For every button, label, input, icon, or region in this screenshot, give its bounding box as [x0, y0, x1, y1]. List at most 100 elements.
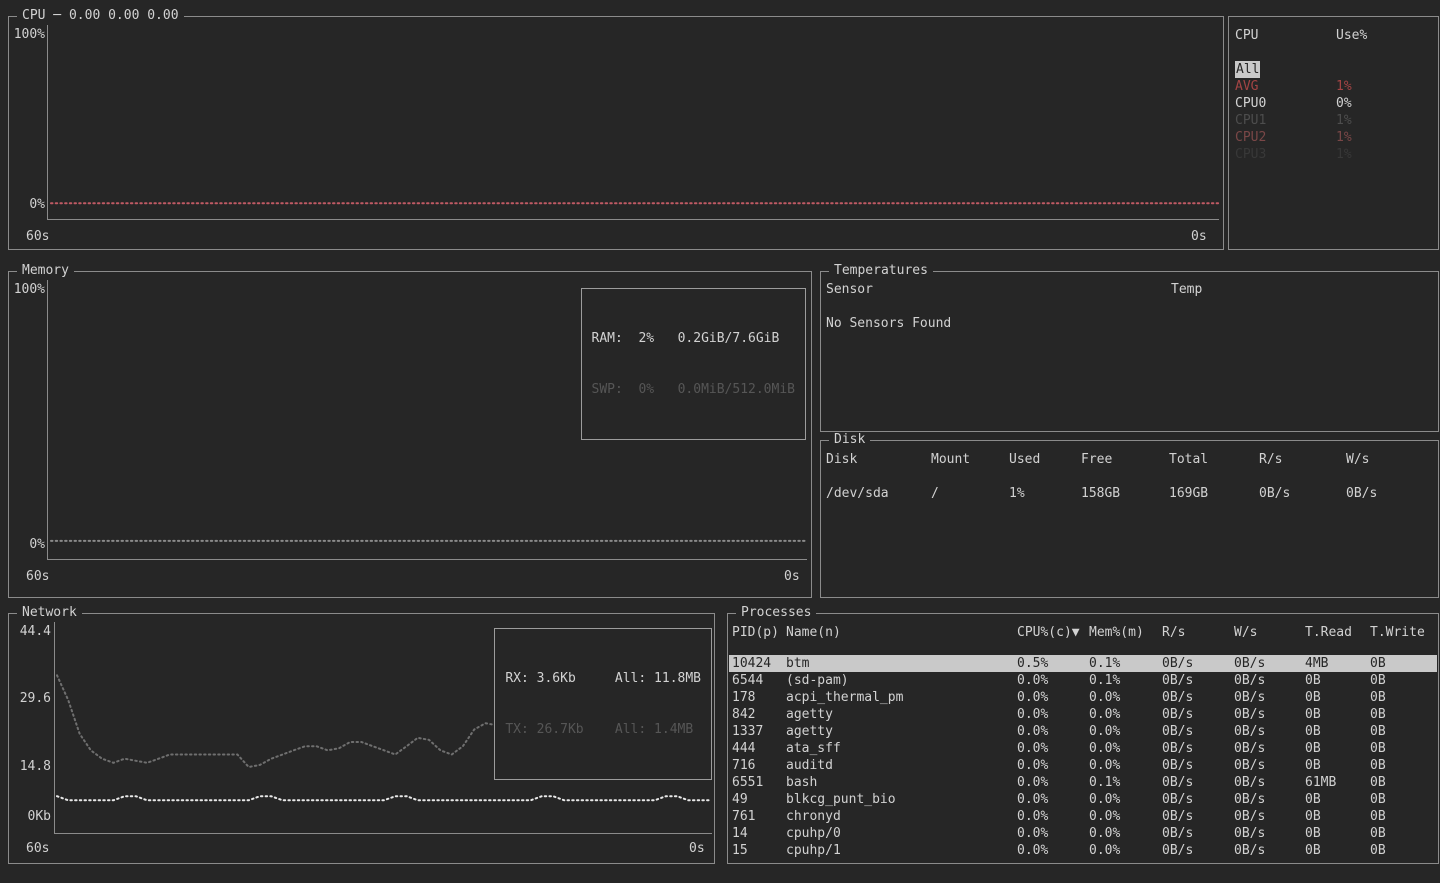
disk-cell-free: 158GB: [1081, 485, 1120, 502]
process-mem: 0.1%: [1089, 672, 1120, 689]
process-mem: 0.0%: [1089, 808, 1120, 825]
network-x-axis-line: [54, 833, 712, 834]
process-name: btm: [786, 655, 809, 672]
disk-panel[interactable]: Disk Disk Mount Used Free Total R/s W/s …: [820, 440, 1439, 598]
process-cpu: 0.0%: [1017, 740, 1048, 757]
process-row[interactable]: 842 agetty 0.0% 0.0% 0B/s 0B/s 0B 0B: [729, 706, 1437, 723]
process-row[interactable]: 15 cpuhp/1 0.0% 0.0% 0B/s 0B/s 0B 0B: [729, 842, 1437, 859]
process-name: auditd: [786, 757, 833, 774]
network-y-label-14: 14.8: [9, 760, 51, 774]
process-ws: 0B/s: [1234, 842, 1265, 859]
process-tread: 0B: [1305, 808, 1321, 825]
temperatures-col-sensor[interactable]: Sensor: [826, 283, 873, 297]
network-x-left-label: 60s: [26, 842, 49, 856]
cpu-legend-label: CPU3: [1235, 146, 1266, 163]
disk-col-disk[interactable]: Disk: [826, 451, 857, 468]
process-cpu: 0.0%: [1017, 791, 1048, 808]
cpu-legend-row-all[interactable]: All: [1235, 61, 1434, 78]
processes-col-rs[interactable]: R/s: [1162, 624, 1185, 641]
network-y-label-44: 44.4: [9, 625, 51, 639]
cpu-chart: [51, 34, 1219, 205]
process-row[interactable]: 444 ata_sff 0.0% 0.0% 0B/s 0B/s 0B 0B: [729, 740, 1437, 757]
processes-col-ws[interactable]: W/s: [1234, 624, 1257, 641]
process-tread: 0B: [1305, 740, 1321, 757]
process-rs: 0B/s: [1162, 774, 1193, 791]
memory-panel[interactable]: Memory 100% 0% RAM: 2% 0.2GiB/7.6GiB SWP…: [8, 271, 812, 598]
process-ws: 0B/s: [1234, 757, 1265, 774]
disk-col-used[interactable]: Used: [1009, 451, 1040, 468]
network-panel[interactable]: Network 44.4 29.6 14.8 0Kb RX: 3.6Kb All…: [8, 613, 715, 864]
process-row[interactable]: 761 chronyd 0.0% 0.0% 0B/s 0B/s 0B 0B: [729, 808, 1437, 825]
process-twrite: 0B: [1370, 825, 1386, 842]
process-pid: 716: [732, 757, 755, 774]
process-cpu: 0.0%: [1017, 706, 1048, 723]
disk-col-mount[interactable]: Mount: [931, 451, 970, 468]
process-rs: 0B/s: [1162, 672, 1193, 689]
process-ws: 0B/s: [1234, 808, 1265, 825]
cpu-legend-value: 1%: [1336, 129, 1352, 146]
process-pid: 49: [732, 791, 748, 808]
cpu-legend-row-avg[interactable]: AVG 1%: [1235, 78, 1434, 95]
disk-col-free[interactable]: Free: [1081, 451, 1112, 468]
process-pid: 842: [732, 706, 755, 723]
memory-x-right-label: 0s: [784, 570, 800, 584]
process-mem: 0.0%: [1089, 791, 1120, 808]
process-ws: 0B/s: [1234, 740, 1265, 757]
process-tread: 0B: [1305, 825, 1321, 842]
processes-panel[interactable]: Processes PID(p) Name(n) CPU%(c)▼ Mem%(m…: [727, 613, 1439, 864]
disk-col-total[interactable]: Total: [1169, 451, 1208, 468]
disk-col-rs[interactable]: R/s: [1259, 451, 1282, 468]
process-row[interactable]: 178 acpi_thermal_pm 0.0% 0.0% 0B/s 0B/s …: [729, 689, 1437, 706]
process-mem: 0.0%: [1089, 757, 1120, 774]
process-cpu: 0.0%: [1017, 825, 1048, 842]
disk-cell-rs: 0B/s: [1259, 485, 1290, 502]
processes-panel-title: Processes: [736, 605, 816, 621]
cpu-y-axis-line: [47, 25, 48, 219]
process-cpu: 0.0%: [1017, 689, 1048, 706]
process-cpu: 0.0%: [1017, 757, 1048, 774]
process-twrite: 0B: [1370, 808, 1386, 825]
process-row[interactable]: 14 cpuhp/0 0.0% 0.0% 0B/s 0B/s 0B 0B: [729, 825, 1437, 842]
processes-col-twrite[interactable]: T.Write: [1370, 624, 1425, 641]
process-cpu: 0.5%: [1017, 655, 1048, 672]
disk-col-ws[interactable]: W/s: [1346, 451, 1369, 468]
disk-cell-mount: /: [931, 485, 939, 502]
process-rs: 0B/s: [1162, 706, 1193, 723]
temperatures-col-temp[interactable]: Temp: [1171, 283, 1202, 297]
network-x-right-label: 0s: [689, 842, 705, 856]
process-row[interactable]: 6551 bash 0.0% 0.1% 0B/s 0B/s 61MB 0B: [729, 774, 1437, 791]
cpu-legend-row-cpu3[interactable]: CPU3 1%: [1235, 146, 1434, 163]
processes-col-cpu[interactable]: CPU%(c)▼: [1017, 624, 1080, 641]
process-ws: 0B/s: [1234, 774, 1265, 791]
cpu-legend-panel[interactable]: CPU Use% All AVG 1% CPU0 0% CPU1 1% CPU2…: [1228, 16, 1439, 250]
cpu-legend-row-cpu1[interactable]: CPU1 1%: [1235, 112, 1434, 129]
process-pid: 178: [732, 689, 755, 706]
process-row[interactable]: 10424 btm 0.5% 0.1% 0B/s 0B/s 4MB 0B: [729, 655, 1437, 672]
network-legend-rx: RX: 3.6Kb All: 11.8MB: [505, 670, 701, 687]
cpu-legend-label: All: [1235, 61, 1260, 78]
processes-col-mem[interactable]: Mem%(m): [1089, 624, 1144, 641]
process-row[interactable]: 49 blkcg_punt_bio 0.0% 0.0% 0B/s 0B/s 0B…: [729, 791, 1437, 808]
process-name: acpi_thermal_pm: [786, 689, 903, 706]
processes-col-pid[interactable]: PID(p): [732, 624, 779, 641]
cpu-legend-row-cpu0[interactable]: CPU0 0%: [1235, 95, 1434, 112]
process-pid: 15: [732, 842, 748, 859]
cpu-legend-col-use: Use%: [1336, 27, 1367, 44]
process-name: blkcg_punt_bio: [786, 791, 896, 808]
temperatures-panel[interactable]: Temperatures Sensor Temp No Sensors Foun…: [820, 271, 1439, 432]
network-panel-title: Network: [17, 605, 82, 621]
process-ws: 0B/s: [1234, 791, 1265, 808]
cpu-legend-row-cpu2[interactable]: CPU2 1%: [1235, 129, 1434, 146]
processes-col-name[interactable]: Name(n): [786, 624, 841, 641]
process-row[interactable]: 6544 (sd-pam) 0.0% 0.1% 0B/s 0B/s 0B 0B: [729, 672, 1437, 689]
process-tread: 0B: [1305, 791, 1321, 808]
cpu-panel[interactable]: CPU ─ 0.00 0.00 0.00 100% 0% 60s 0s: [8, 16, 1224, 250]
process-row[interactable]: 1337 agetty 0.0% 0.0% 0B/s 0B/s 0B 0B: [729, 723, 1437, 740]
process-row[interactable]: 716 auditd 0.0% 0.0% 0B/s 0B/s 0B 0B: [729, 757, 1437, 774]
processes-col-tread[interactable]: T.Read: [1305, 624, 1352, 641]
process-name: agetty: [786, 723, 833, 740]
disk-header-row: Disk Mount Used Free Total R/s W/s: [822, 451, 1437, 468]
process-pid: 6544: [732, 672, 763, 689]
memory-y-max-label: 100%: [9, 283, 45, 297]
process-mem: 0.1%: [1089, 655, 1120, 672]
